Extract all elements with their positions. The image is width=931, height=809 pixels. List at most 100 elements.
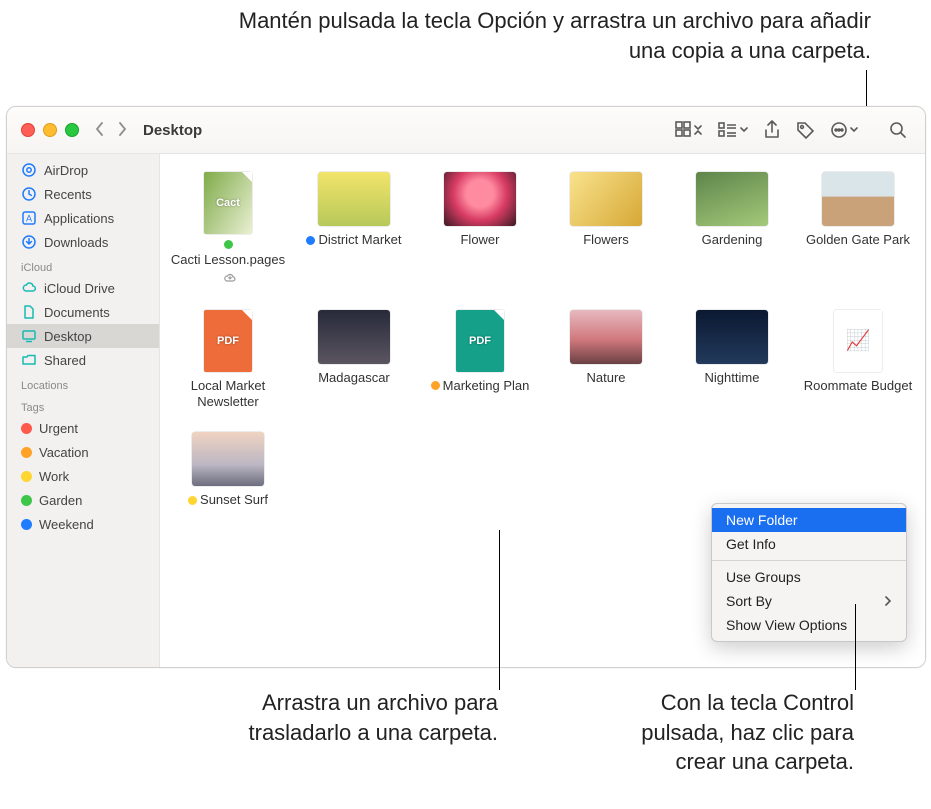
- file-item[interactable]: District Market: [294, 172, 414, 288]
- file-item[interactable]: Flowers: [546, 172, 666, 288]
- file-item[interactable]: PDFMarketing Plan: [420, 310, 540, 411]
- file-thumbnail: PDF: [204, 310, 252, 372]
- sidebar: AirDrop Recents A Applications Downloads…: [7, 154, 160, 668]
- sidebar-header-icloud: iCloud: [7, 254, 159, 276]
- file-item[interactable]: Golden Gate Park: [798, 172, 918, 288]
- sidebar-header-locations: Locations: [7, 372, 159, 394]
- sidebar-item-recents[interactable]: Recents: [7, 182, 159, 206]
- tag-dot-icon: [21, 519, 32, 530]
- tag-dot-icon: [21, 447, 32, 458]
- file-item[interactable]: PDFLocal Market Newsletter: [168, 310, 288, 411]
- sidebar-item-applications[interactable]: A Applications: [7, 206, 159, 230]
- file-thumbnail: 📈: [834, 310, 882, 372]
- share-button[interactable]: [755, 116, 789, 144]
- file-thumbnail: [570, 310, 642, 364]
- file-label: Marketing Plan: [431, 378, 530, 394]
- tag-dot-icon: [21, 423, 32, 434]
- file-thumbnail: [192, 432, 264, 486]
- minimize-button[interactable]: [43, 123, 57, 137]
- sidebar-tag-weekend[interactable]: Weekend: [7, 512, 159, 536]
- menu-item-label: New Folder: [726, 512, 798, 528]
- menu-item-get-info[interactable]: Get Info: [712, 532, 906, 556]
- file-label: Sunset Surf: [188, 492, 268, 508]
- applications-icon: A: [21, 210, 37, 226]
- file-label: Nature: [586, 370, 625, 386]
- clock-icon: [21, 186, 37, 202]
- menu-item-sort-by[interactable]: Sort By: [712, 589, 906, 613]
- file-thumbnail: [318, 172, 390, 226]
- sidebar-item-label: Documents: [44, 305, 110, 320]
- file-label: Flowers: [583, 232, 629, 248]
- file-thumbnail: [696, 172, 768, 226]
- menu-item-label: Get Info: [726, 536, 776, 552]
- sidebar-item-desktop[interactable]: Desktop: [7, 324, 159, 348]
- file-grid-area[interactable]: CactCacti Lesson.pages District Market Flo…: [160, 154, 925, 668]
- callout-leader-br: [855, 604, 856, 690]
- sidebar-item-label: Weekend: [39, 517, 94, 532]
- more-button[interactable]: [823, 116, 867, 144]
- file-label: Cacti Lesson.pages: [168, 240, 288, 288]
- maximize-button[interactable]: [65, 123, 79, 137]
- file-item[interactable]: Gardening: [672, 172, 792, 288]
- file-item[interactable]: Madagascar: [294, 310, 414, 411]
- sidebar-item-label: Vacation: [39, 445, 89, 460]
- cloud-status-icon: [223, 271, 237, 287]
- file-item[interactable]: Nature: [546, 310, 666, 411]
- sidebar-tag-vacation[interactable]: Vacation: [7, 440, 159, 464]
- menu-item-use-groups[interactable]: Use Groups: [712, 565, 906, 589]
- back-button[interactable]: [93, 121, 107, 140]
- close-button[interactable]: [21, 123, 35, 137]
- document-icon: [21, 304, 37, 320]
- sidebar-item-downloads[interactable]: Downloads: [7, 230, 159, 254]
- tags-button[interactable]: [789, 116, 823, 144]
- sidebar-item-label: Garden: [39, 493, 82, 508]
- callout-bottom-left: Arrastra un archivo para trasladarlo a u…: [220, 688, 498, 747]
- file-label: District Market: [306, 232, 401, 248]
- context-menu: New Folder Get Info Use Groups Sort By Show …: [711, 503, 907, 642]
- sidebar-item-iclouddrive[interactable]: iCloud Drive: [7, 276, 159, 300]
- file-thumbnail: [696, 310, 768, 364]
- file-item[interactable]: 📈 Roommate Budget: [798, 310, 918, 411]
- sidebar-item-label: iCloud Drive: [44, 281, 115, 296]
- sidebar-item-label: Recents: [44, 187, 92, 202]
- view-mode-button[interactable]: [667, 116, 711, 144]
- file-label: Madagascar: [318, 370, 390, 386]
- sidebar-item-label: Shared: [44, 353, 86, 368]
- file-thumbnail: [444, 172, 516, 226]
- file-label: Roommate Budget: [804, 378, 912, 394]
- shared-icon: [21, 352, 37, 368]
- callout-leader-bl: [499, 530, 500, 690]
- file-item[interactable]: Sunset Surf: [168, 432, 288, 508]
- sidebar-item-documents[interactable]: Documents: [7, 300, 159, 324]
- tag-dot-icon: [224, 240, 233, 249]
- sidebar-item-shared[interactable]: Shared: [7, 348, 159, 372]
- callout-text: Con la tecla Control pulsada, haz clic p…: [641, 690, 854, 774]
- window-title: Desktop: [143, 122, 202, 139]
- tag-dot-icon: [188, 496, 197, 505]
- sidebar-tag-garden[interactable]: Garden: [7, 488, 159, 512]
- menu-item-new-folder[interactable]: New Folder: [712, 508, 906, 532]
- menu-item-label: Sort By: [726, 593, 772, 609]
- file-label: Nighttime: [705, 370, 760, 386]
- search-button[interactable]: [881, 116, 915, 144]
- file-item[interactable]: CactCacti Lesson.pages: [168, 172, 288, 288]
- sidebar-tag-work[interactable]: Work: [7, 464, 159, 488]
- group-by-button[interactable]: [711, 116, 755, 144]
- menu-item-label: Use Groups: [726, 569, 801, 585]
- callout-text: Mantén pulsada la tecla Opción y arrastr…: [239, 8, 871, 63]
- sidebar-item-label: Urgent: [39, 421, 78, 436]
- chevron-right-icon: [884, 593, 892, 609]
- file-label: Golden Gate Park: [806, 232, 910, 248]
- forward-button[interactable]: [115, 121, 129, 140]
- sidebar-item-label: Work: [39, 469, 69, 484]
- menu-item-show-view-options[interactable]: Show View Options: [712, 613, 906, 637]
- sidebar-tag-urgent[interactable]: Urgent: [7, 416, 159, 440]
- file-thumbnail: [318, 310, 390, 364]
- callout-top: Mantén pulsada la tecla Opción y arrastr…: [211, 6, 871, 65]
- file-item[interactable]: Flower: [420, 172, 540, 288]
- airdrop-icon: [21, 162, 37, 178]
- file-item[interactable]: Nighttime: [672, 310, 792, 411]
- window-controls: [21, 123, 79, 137]
- file-thumbnail: [822, 172, 894, 226]
- sidebar-item-airdrop[interactable]: AirDrop: [7, 158, 159, 182]
